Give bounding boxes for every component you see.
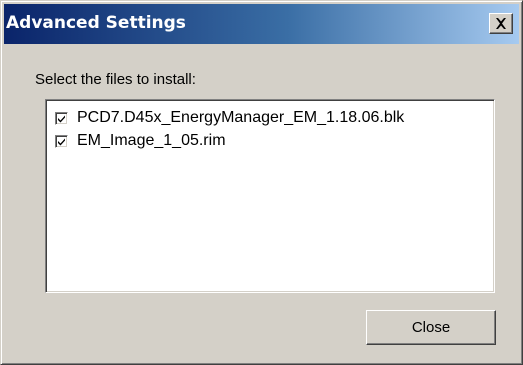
file-checkbox[interactable] bbox=[55, 111, 68, 125]
checkmark-icon bbox=[58, 115, 65, 122]
list-item[interactable]: EM_Image_1_05.rim bbox=[55, 131, 226, 151]
close-icon[interactable] bbox=[489, 13, 513, 34]
file-list[interactable]: PCD7.D45x_EnergyManager_EM_1.18.06.blk E… bbox=[45, 99, 495, 293]
file-checkbox[interactable] bbox=[55, 134, 68, 148]
file-label: PCD7.D45x_EnergyManager_EM_1.18.06.blk bbox=[77, 109, 405, 126]
title-bar: Advanced Settings bbox=[4, 4, 519, 44]
checkmark-icon bbox=[58, 138, 65, 145]
dialog-title: Advanced Settings bbox=[6, 13, 186, 33]
list-item[interactable]: PCD7.D45x_EnergyManager_EM_1.18.06.blk bbox=[55, 108, 404, 128]
close-button[interactable]: Close bbox=[366, 310, 496, 345]
install-prompt: Select the files to install: bbox=[35, 71, 196, 88]
advanced-settings-dialog: Advanced Settings Select the files to in… bbox=[0, 0, 523, 365]
file-label: EM_Image_1_05.rim bbox=[77, 132, 226, 149]
